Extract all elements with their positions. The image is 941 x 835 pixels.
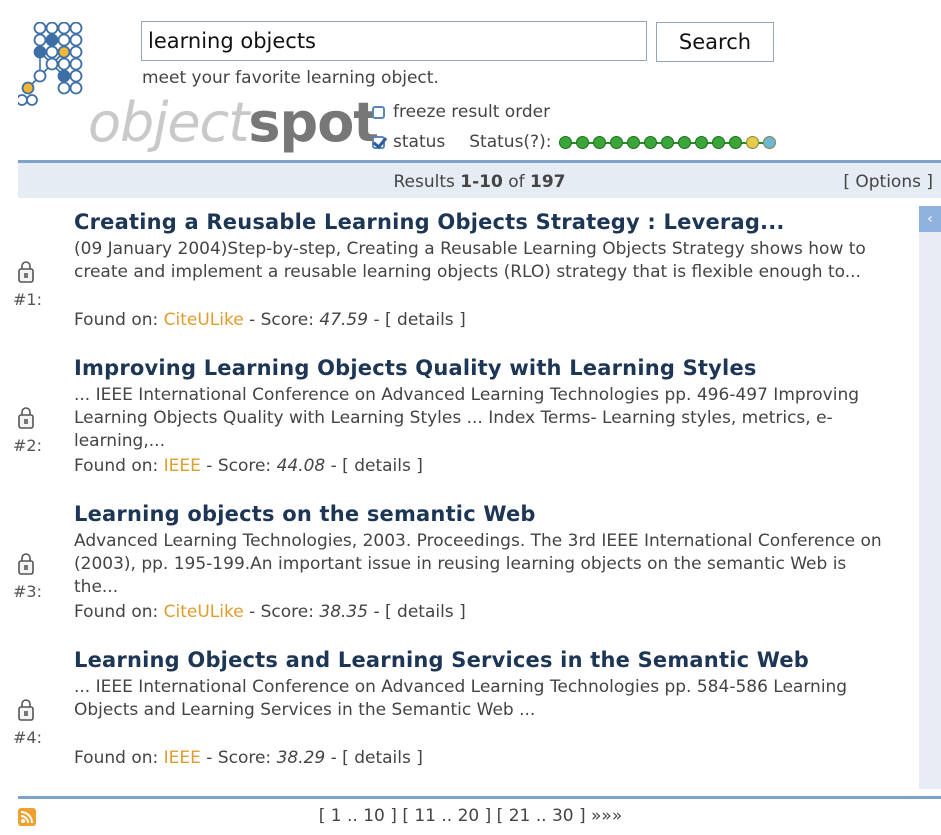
result-title-link[interactable]: Creating a Reusable Learning Objects Str… (74, 210, 785, 234)
result-found-on: Found on: CiteULike - Score: 47.59 - [ d… (74, 310, 466, 330)
result-found-on: Found on: IEEE - Score: 38.29 - [ detail… (74, 748, 423, 768)
pagination: [ 1 .. 10 ] [ 11 .. 20 ] [ 21 .. 30 ] »»… (0, 806, 941, 826)
result-source-link[interactable]: CiteULike (164, 602, 244, 622)
status-dot (661, 135, 675, 149)
result-source-link[interactable]: CiteULike (164, 310, 244, 330)
status-dot (729, 135, 743, 149)
freeze-order-label: freeze result order (393, 102, 551, 122)
status-dot (763, 135, 777, 149)
page-link-3[interactable]: [ 21 .. 30 ] (497, 806, 586, 826)
result-snippet: ... IEEE International Conference on Adv… (74, 677, 848, 720)
result-number: #1: (13, 290, 42, 309)
result-snippet: (09 January 2004)Step-by-step, Creating … (74, 239, 866, 282)
side-panel-rail (919, 206, 941, 789)
lock-doc-icon (18, 699, 34, 721)
result-source-link[interactable]: IEEE (164, 456, 201, 476)
results-bar: Results 1-10 of 197 [ Options ] (18, 160, 941, 198)
lock-doc-icon (18, 407, 34, 429)
results-count: Results 1-10 of 197 (393, 172, 566, 192)
status-dot (627, 135, 641, 149)
result-title-link[interactable]: Improving Learning Objects Quality with … (74, 356, 757, 380)
result-number: #4: (13, 728, 42, 747)
page-link-2[interactable]: [ 11 .. 20 ] (402, 806, 491, 826)
chevron-left-icon[interactable]: ‹ (919, 206, 941, 232)
result-details-link[interactable]: - [ details ] (368, 310, 465, 330)
result-snippet: Advanced Learning Technologies, 2003. Pr… (74, 531, 882, 597)
options-link[interactable]: [ Options ] (843, 172, 933, 192)
freeze-order-option[interactable]: freeze result order (372, 102, 550, 122)
logo-word-bold: spot (248, 91, 379, 154)
logo-wordmark: objectspot (88, 96, 379, 150)
result-snippet: ... IEEE International Conference on Adv… (74, 385, 860, 451)
result-score: 38.29 (276, 748, 326, 768)
lock-doc-icon (18, 553, 34, 575)
result-title-link[interactable]: Learning Objects and Learning Services i… (74, 648, 809, 672)
result-source-link[interactable]: IEEE (164, 748, 201, 768)
status-dot (644, 135, 658, 149)
status-dot (576, 135, 590, 149)
freeze-order-checkbox[interactable] (372, 105, 385, 119)
tagline: meet your favorite learning object. (142, 68, 439, 88)
status-label: status (393, 132, 446, 152)
status-checkbox[interactable] (372, 135, 385, 149)
status-dot (559, 135, 573, 149)
result-score: 47.59 (319, 310, 369, 330)
result-title-link[interactable]: Learning objects on the semantic Web (74, 502, 536, 526)
result-details-link[interactable]: - [ details ] (325, 456, 423, 476)
status-dot (695, 135, 709, 149)
status-dot (746, 135, 760, 149)
logo-word-light: object (88, 91, 249, 154)
page-link-1[interactable]: [ 1 .. 10 ] (319, 806, 397, 826)
search-button[interactable]: Search (656, 22, 774, 62)
status-dot (593, 135, 607, 149)
result-details-link[interactable]: - [ details ] (368, 602, 465, 622)
footer-divider (18, 796, 941, 799)
result-score: 38.35 (319, 602, 369, 622)
results-total: 197 (530, 172, 566, 192)
status-dot (678, 135, 692, 149)
next-pages-link[interactable]: »»» (591, 806, 622, 826)
search-input[interactable] (141, 21, 647, 61)
result-found-on: Found on: IEEE - Score: 44.08 - [ detail… (74, 456, 423, 476)
status-option[interactable]: status Status(?): (372, 132, 780, 152)
result-details-link[interactable]: - [ details ] (325, 748, 423, 768)
result-number: #2: (13, 436, 42, 455)
result-number: #3: (13, 582, 42, 601)
lock-doc-icon (18, 261, 34, 283)
results-range: 1-10 (460, 172, 503, 192)
result-found-on: Found on: CiteULike - Score: 38.35 - [ d… (74, 602, 466, 622)
status-help-link[interactable]: Status(?): (469, 132, 551, 152)
status-dot (610, 135, 624, 149)
status-indicator (559, 135, 780, 149)
status-dot (712, 135, 726, 149)
result-score: 44.08 (276, 456, 326, 476)
